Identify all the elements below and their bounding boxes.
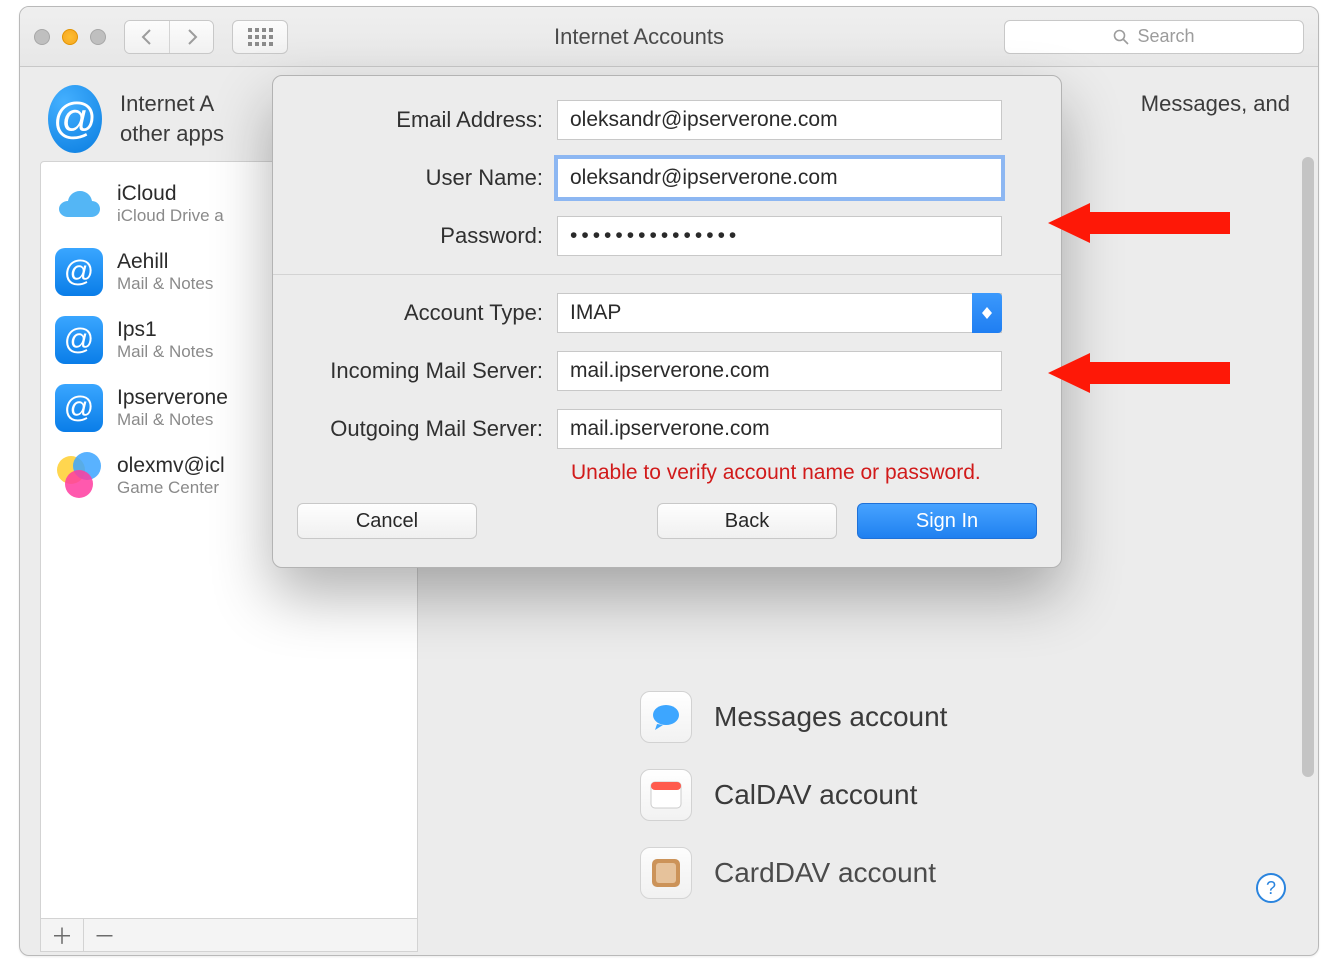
account-type-value[interactable] <box>557 293 1002 333</box>
email-label: Email Address: <box>297 107 557 133</box>
account-sub: Mail & Notes <box>117 274 213 294</box>
window-controls <box>34 29 106 45</box>
sign-in-button[interactable]: Sign In <box>857 503 1037 539</box>
sheet-buttons: Cancel Back Sign In <box>297 499 1037 539</box>
cancel-button[interactable]: Cancel <box>297 503 477 539</box>
vertical-scrollbar[interactable] <box>1302 87 1314 909</box>
preferences-window: Internet Accounts Search @ Internet A Me… <box>19 6 1319 956</box>
incoming-server-field[interactable] <box>557 351 1002 391</box>
back-button[interactable] <box>125 21 169 53</box>
provider-label: Messages account <box>714 701 947 733</box>
remove-account-button[interactable]: － <box>83 919 125 951</box>
calendar-icon <box>640 769 692 821</box>
account-type-select[interactable] <box>557 293 1002 333</box>
divider <box>273 274 1061 275</box>
nav-group <box>124 20 214 54</box>
back-sheet-button[interactable]: Back <box>657 503 837 539</box>
contacts-icon <box>640 847 692 899</box>
minimize-window-button[interactable] <box>62 29 78 45</box>
provider-label: CalDAV account <box>714 779 917 811</box>
account-name: Ips1 <box>117 318 213 342</box>
account-sub: Mail & Notes <box>117 342 213 362</box>
email-field[interactable] <box>557 100 1002 140</box>
game-center-icon <box>55 452 103 500</box>
annotation-arrow-username <box>1048 205 1230 241</box>
provider-label: CardDAV account <box>714 857 936 889</box>
account-name: Aehill <box>117 250 213 274</box>
grid-icon <box>248 28 273 46</box>
close-window-button[interactable] <box>34 29 50 45</box>
annotation-arrow-account-type <box>1048 355 1230 391</box>
account-type-label: Account Type: <box>297 300 557 326</box>
password-field[interactable] <box>557 216 1002 256</box>
account-name: Ipserverone <box>117 386 228 410</box>
incoming-label: Incoming Mail Server: <box>297 358 557 384</box>
username-field[interactable] <box>557 158 1002 198</box>
account-name: iCloud <box>117 182 224 206</box>
outgoing-server-field[interactable] <box>557 409 1002 449</box>
window-title: Internet Accounts <box>288 24 990 50</box>
sidebar-footer: ＋ － <box>40 918 418 952</box>
add-account-button[interactable]: ＋ <box>41 919 83 951</box>
help-button[interactable]: ? <box>1256 873 1286 903</box>
outgoing-label: Outgoing Mail Server: <box>297 416 557 442</box>
username-label: User Name: <box>297 165 557 191</box>
error-message: Unable to verify account name or passwor… <box>571 461 1037 485</box>
account-sub: Mail & Notes <box>117 410 228 430</box>
provider-carddav[interactable]: CardDAV account <box>640 847 1298 899</box>
password-label: Password: <box>297 223 557 249</box>
icloud-icon <box>55 180 103 228</box>
search-field[interactable]: Search <box>1004 20 1304 54</box>
chevron-left-icon <box>141 29 153 45</box>
chevron-right-icon <box>186 29 198 45</box>
zoom-window-button[interactable] <box>90 29 106 45</box>
show-all-button[interactable] <box>232 20 288 54</box>
scrollbar-thumb[interactable] <box>1302 157 1314 777</box>
at-icon: @ <box>55 248 103 296</box>
at-icon: @ <box>55 384 103 432</box>
provider-caldav[interactable]: CalDAV account <box>640 769 1298 821</box>
provider-messages[interactable]: Messages account <box>640 691 1298 743</box>
account-name: olexmv@icl <box>117 454 225 478</box>
internet-accounts-icon: @ <box>48 85 102 153</box>
forward-button[interactable] <box>169 21 213 53</box>
stepper-arrows-icon <box>972 293 1002 333</box>
search-placeholder: Search <box>1137 26 1194 47</box>
account-sub: Game Center <box>117 478 225 498</box>
at-icon: @ <box>55 316 103 364</box>
search-icon <box>1113 29 1129 45</box>
add-mail-account-sheet: Email Address: User Name: Password: Acco… <box>272 75 1062 568</box>
titlebar: Internet Accounts Search <box>20 7 1318 67</box>
account-sub: iCloud Drive a <box>117 206 224 226</box>
messages-icon <box>640 691 692 743</box>
